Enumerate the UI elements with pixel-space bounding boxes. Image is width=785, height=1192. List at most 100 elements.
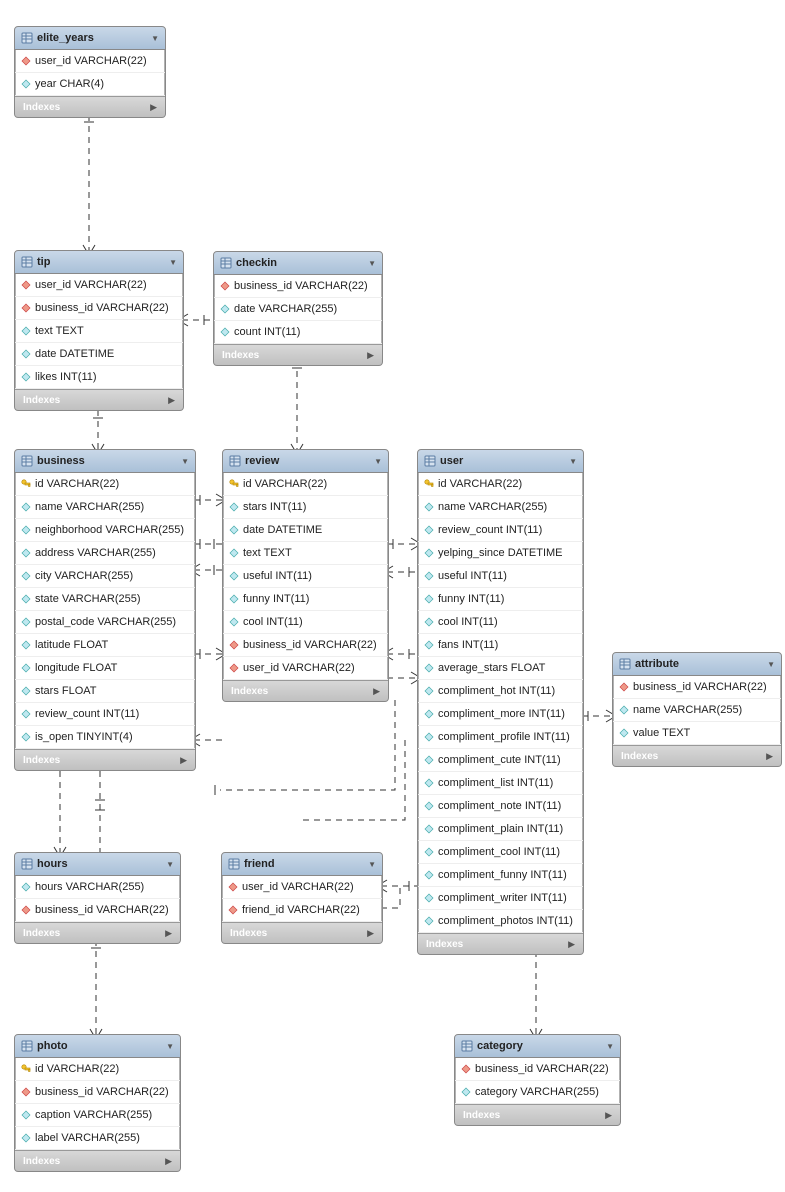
column-row[interactable]: latitude FLOAT [15, 634, 195, 657]
column-row[interactable]: cool INT(11) [223, 611, 388, 634]
column-row[interactable]: id VARCHAR(22) [223, 473, 388, 496]
column-row[interactable]: user_id VARCHAR(22) [222, 876, 382, 899]
column-row[interactable]: review_count INT(11) [418, 519, 583, 542]
column-row[interactable]: category VARCHAR(255) [455, 1081, 620, 1104]
column-row[interactable]: date DATETIME [223, 519, 388, 542]
column-row[interactable]: compliment_hot INT(11) [418, 680, 583, 703]
chevron-down-icon[interactable]: ▼ [368, 860, 376, 869]
column-row[interactable]: compliment_writer INT(11) [418, 887, 583, 910]
column-row[interactable]: friend_id VARCHAR(22) [222, 899, 382, 922]
chevron-down-icon[interactable]: ▼ [181, 457, 189, 466]
entity-header[interactable]: checkin▼ [214, 252, 382, 275]
chevron-down-icon[interactable]: ▼ [368, 259, 376, 268]
chevron-right-icon[interactable]: ▶ [165, 928, 172, 939]
column-row[interactable]: city VARCHAR(255) [15, 565, 195, 588]
column-row[interactable]: date DATETIME [15, 343, 183, 366]
column-row[interactable]: longitude FLOAT [15, 657, 195, 680]
entity-header[interactable]: review▼ [223, 450, 388, 473]
column-row[interactable]: name VARCHAR(255) [613, 699, 781, 722]
column-row[interactable]: is_open TINYINT(4) [15, 726, 195, 749]
column-row[interactable]: user_id VARCHAR(22) [15, 50, 165, 73]
chevron-right-icon[interactable]: ▶ [605, 1110, 612, 1121]
column-row[interactable]: user_id VARCHAR(22) [15, 274, 183, 297]
entity-category[interactable]: category▼business_id VARCHAR(22)category… [454, 1034, 621, 1126]
chevron-down-icon[interactable]: ▼ [169, 258, 177, 267]
chevron-down-icon[interactable]: ▼ [151, 34, 159, 43]
column-row[interactable]: business_id VARCHAR(22) [455, 1058, 620, 1081]
entity-elite_years[interactable]: elite_years▼user_id VARCHAR(22)year CHAR… [14, 26, 166, 118]
column-row[interactable]: compliment_more INT(11) [418, 703, 583, 726]
chevron-right-icon[interactable]: ▶ [367, 928, 374, 939]
chevron-right-icon[interactable]: ▶ [180, 755, 187, 766]
column-row[interactable]: compliment_plain INT(11) [418, 818, 583, 841]
chevron-right-icon[interactable]: ▶ [367, 350, 374, 361]
column-row[interactable]: compliment_cool INT(11) [418, 841, 583, 864]
column-row[interactable]: neighborhood VARCHAR(255) [15, 519, 195, 542]
column-row[interactable]: business_id VARCHAR(22) [214, 275, 382, 298]
column-row[interactable]: compliment_funny INT(11) [418, 864, 583, 887]
chevron-right-icon[interactable]: ▶ [168, 395, 175, 406]
indexes-section[interactable]: Indexes▶ [418, 933, 583, 954]
column-row[interactable]: business_id VARCHAR(22) [15, 899, 180, 922]
column-row[interactable]: count INT(11) [214, 321, 382, 344]
column-row[interactable]: text TEXT [223, 542, 388, 565]
column-row[interactable]: year CHAR(4) [15, 73, 165, 96]
entity-header[interactable]: business▼ [15, 450, 195, 473]
column-row[interactable]: compliment_profile INT(11) [418, 726, 583, 749]
indexes-section[interactable]: Indexes▶ [214, 344, 382, 365]
column-row[interactable]: text TEXT [15, 320, 183, 343]
entity-business[interactable]: business▼id VARCHAR(22)name VARCHAR(255)… [14, 449, 196, 771]
entity-header[interactable]: attribute▼ [613, 653, 781, 676]
column-row[interactable]: likes INT(11) [15, 366, 183, 389]
indexes-section[interactable]: Indexes▶ [15, 1150, 180, 1171]
column-row[interactable]: value TEXT [613, 722, 781, 745]
chevron-down-icon[interactable]: ▼ [606, 1042, 614, 1051]
entity-attribute[interactable]: attribute▼business_id VARCHAR(22)name VA… [612, 652, 782, 767]
column-row[interactable]: compliment_cute INT(11) [418, 749, 583, 772]
column-row[interactable]: funny INT(11) [418, 588, 583, 611]
entity-tip[interactable]: tip▼user_id VARCHAR(22)business_id VARCH… [14, 250, 184, 411]
entity-checkin[interactable]: checkin▼business_id VARCHAR(22)date VARC… [213, 251, 383, 366]
column-row[interactable]: id VARCHAR(22) [418, 473, 583, 496]
indexes-section[interactable]: Indexes▶ [15, 922, 180, 943]
entity-header[interactable]: photo▼ [15, 1035, 180, 1058]
column-row[interactable]: hours VARCHAR(255) [15, 876, 180, 899]
column-row[interactable]: id VARCHAR(22) [15, 1058, 180, 1081]
column-row[interactable]: caption VARCHAR(255) [15, 1104, 180, 1127]
column-row[interactable]: business_id VARCHAR(22) [15, 297, 183, 320]
entity-header[interactable]: category▼ [455, 1035, 620, 1058]
column-row[interactable]: useful INT(11) [223, 565, 388, 588]
chevron-down-icon[interactable]: ▼ [374, 457, 382, 466]
column-row[interactable]: fans INT(11) [418, 634, 583, 657]
column-row[interactable]: compliment_note INT(11) [418, 795, 583, 818]
column-row[interactable]: stars INT(11) [223, 496, 388, 519]
column-row[interactable]: date VARCHAR(255) [214, 298, 382, 321]
column-row[interactable]: user_id VARCHAR(22) [223, 657, 388, 680]
entity-photo[interactable]: photo▼id VARCHAR(22)business_id VARCHAR(… [14, 1034, 181, 1172]
chevron-right-icon[interactable]: ▶ [150, 102, 157, 113]
entity-hours[interactable]: hours▼hours VARCHAR(255)business_id VARC… [14, 852, 181, 944]
chevron-right-icon[interactable]: ▶ [165, 1156, 172, 1167]
column-row[interactable]: id VARCHAR(22) [15, 473, 195, 496]
chevron-right-icon[interactable]: ▶ [373, 686, 380, 697]
column-row[interactable]: state VARCHAR(255) [15, 588, 195, 611]
column-row[interactable]: business_id VARCHAR(22) [613, 676, 781, 699]
column-row[interactable]: business_id VARCHAR(22) [15, 1081, 180, 1104]
chevron-down-icon[interactable]: ▼ [767, 660, 775, 669]
entity-header[interactable]: friend▼ [222, 853, 382, 876]
column-row[interactable]: yelping_since DATETIME [418, 542, 583, 565]
chevron-down-icon[interactable]: ▼ [166, 860, 174, 869]
column-row[interactable]: compliment_photos INT(11) [418, 910, 583, 933]
entity-header[interactable]: user▼ [418, 450, 583, 473]
chevron-right-icon[interactable]: ▶ [568, 939, 575, 950]
indexes-section[interactable]: Indexes▶ [222, 922, 382, 943]
column-row[interactable]: name VARCHAR(255) [418, 496, 583, 519]
column-row[interactable]: funny INT(11) [223, 588, 388, 611]
chevron-down-icon[interactable]: ▼ [569, 457, 577, 466]
indexes-section[interactable]: Indexes▶ [455, 1104, 620, 1125]
column-row[interactable]: address VARCHAR(255) [15, 542, 195, 565]
column-row[interactable]: postal_code VARCHAR(255) [15, 611, 195, 634]
column-row[interactable]: useful INT(11) [418, 565, 583, 588]
indexes-section[interactable]: Indexes▶ [15, 96, 165, 117]
indexes-section[interactable]: Indexes▶ [15, 389, 183, 410]
